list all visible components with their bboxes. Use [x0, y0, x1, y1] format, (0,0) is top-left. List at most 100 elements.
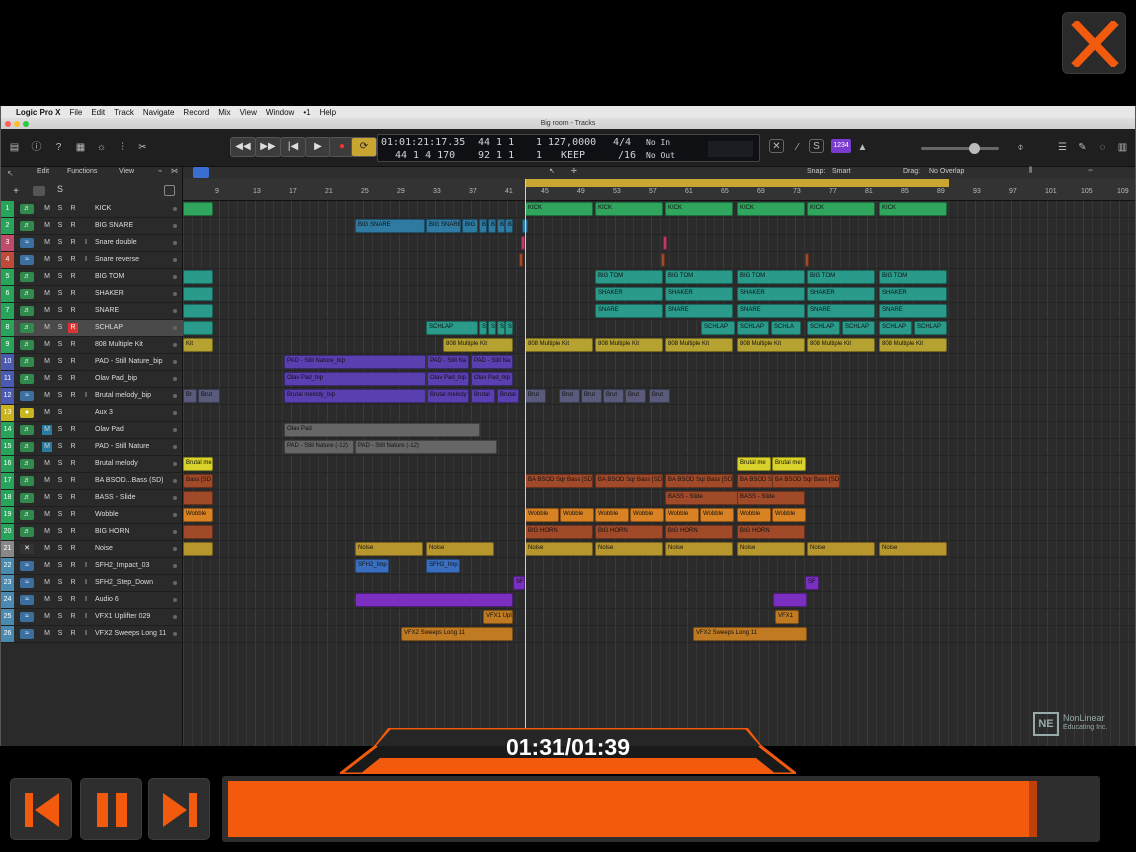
mute-button[interactable]: M: [42, 238, 52, 248]
close-window-button[interactable]: [5, 121, 11, 127]
editors-icon[interactable]: ✂: [135, 141, 150, 155]
region[interactable]: Olav Pad_bip: [284, 372, 426, 386]
record-enable-button[interactable]: R: [68, 561, 78, 571]
region[interactable]: [183, 304, 213, 318]
snap-select[interactable]: Smart: [832, 168, 896, 175]
region[interactable]: Brut: [559, 389, 580, 403]
region[interactable]: Brutal melody_bip: [284, 389, 426, 403]
record-enable-button[interactable]: R: [68, 578, 78, 588]
track-header-icon[interactable]: [33, 186, 45, 196]
region[interactable]: BIG TOM: [737, 270, 805, 284]
region[interactable]: BIG HORN: [525, 525, 593, 539]
menu-app-name[interactable]: Logic Pro X: [16, 108, 60, 117]
region[interactable]: [661, 253, 665, 267]
mute-button[interactable]: M: [42, 578, 52, 588]
menu-mix[interactable]: Mix: [218, 108, 230, 117]
region[interactable]: Brut: [603, 389, 624, 403]
region[interactable]: BIG HORN: [595, 525, 663, 539]
track-header[interactable]: 7 ♬ M S R SNARE: [1, 303, 183, 320]
region[interactable]: VFX1: [775, 610, 799, 624]
track-header[interactable]: 20 ♬ M S R BIG HORN: [1, 524, 183, 541]
track-header[interactable]: 12 ≈ M S R I Brutal melody_bip: [1, 388, 183, 405]
mute-button[interactable]: M: [42, 425, 52, 435]
region[interactable]: SNARE: [595, 304, 663, 318]
region[interactable]: SCHLAP: [914, 321, 947, 335]
playhead[interactable]: [525, 179, 526, 746]
region[interactable]: 808 Multiple Kit: [525, 338, 593, 352]
region[interactable]: Brutal mel: [772, 457, 806, 471]
solo-button[interactable]: S: [55, 323, 65, 333]
region[interactable]: Brut: [525, 389, 546, 403]
region[interactable]: SCHLAP: [807, 321, 840, 335]
region[interactable]: Brut: [625, 389, 646, 403]
pause-button[interactable]: [80, 778, 142, 840]
record-enable-button[interactable]: R: [68, 510, 78, 520]
region[interactable]: KICK: [595, 202, 663, 216]
region[interactable]: Wobble: [630, 508, 664, 522]
input-monitor-button[interactable]: I: [81, 629, 91, 639]
global-solo-icon[interactable]: S: [57, 184, 63, 194]
region[interactable]: [805, 253, 809, 267]
region[interactable]: KICK: [879, 202, 947, 216]
region[interactable]: BIG: [462, 219, 478, 233]
region[interactable]: B: [479, 219, 487, 233]
record-enable-button[interactable]: R: [68, 493, 78, 503]
track-header[interactable]: 5 ♬ M S R BIG TOM: [1, 269, 183, 286]
cycle-button[interactable]: ⟳: [351, 137, 377, 157]
region[interactable]: S: [479, 321, 487, 335]
region[interactable]: Wobble: [700, 508, 734, 522]
lcd-display[interactable]: 01:01:21:17.35 44 1 1 1 127,0000 4/4 No …: [377, 134, 760, 162]
track-header[interactable]: 10 ♬ M S R PAD - Still Nature_bip: [1, 354, 183, 371]
region[interactable]: SF: [805, 576, 819, 590]
solo-button[interactable]: S: [55, 238, 65, 248]
track-header[interactable]: 16 ♬ M S R Brutal melody: [1, 456, 183, 473]
region[interactable]: BASS - Slide: [737, 491, 805, 505]
menu-screenset[interactable]: •1: [303, 108, 310, 117]
track-header[interactable]: 23 ≈ M S R I SFH2_Step_Down: [1, 575, 183, 592]
region[interactable]: [663, 236, 667, 250]
region[interactable]: Wobble: [665, 508, 699, 522]
drag-select[interactable]: No Overlap: [929, 168, 979, 175]
region[interactable]: VFX2 Sweeps Long 11: [693, 627, 807, 641]
track-header[interactable]: 26 ≈ M S R I VFX2 Sweeps Long 11: [1, 626, 183, 643]
mute-button[interactable]: M: [42, 510, 52, 520]
region[interactable]: Noise: [355, 542, 423, 556]
region[interactable]: Noise: [525, 542, 593, 556]
region[interactable]: PAD - Still Nature (-12): [284, 440, 354, 454]
input-monitor-button[interactable]: I: [81, 578, 91, 588]
region[interactable]: Brut: [581, 389, 602, 403]
region[interactable]: SNARE: [737, 304, 805, 318]
region[interactable]: Wobble: [560, 508, 594, 522]
mute-button[interactable]: M: [42, 476, 52, 486]
region[interactable]: Kit: [183, 338, 213, 352]
region[interactable]: SHAKER: [737, 287, 805, 301]
go-to-beginning-button[interactable]: |◀: [280, 137, 306, 157]
track-header[interactable]: 8 ♬ M S R SCHLAP: [1, 320, 183, 337]
zoom-window-button[interactable]: [23, 121, 29, 127]
region[interactable]: KICK: [525, 202, 593, 216]
region[interactable]: Brutal melody: [427, 389, 469, 403]
region[interactable]: B: [505, 219, 513, 233]
region[interactable]: 808 Multiple Kit: [737, 338, 805, 352]
region[interactable]: Wobble: [772, 508, 806, 522]
record-enable-button[interactable]: R: [68, 442, 78, 452]
help-icon[interactable]: ?: [51, 141, 66, 155]
region[interactable]: SCHLA: [771, 321, 801, 335]
tuner-fork-icon[interactable]: ⌽: [1013, 141, 1028, 155]
catch-icon[interactable]: [164, 185, 175, 196]
mute-button[interactable]: M: [42, 323, 52, 333]
region[interactable]: SF: [513, 576, 525, 590]
region[interactable]: B: [488, 219, 496, 233]
region[interactable]: [183, 542, 213, 556]
region[interactable]: SCHLAP: [879, 321, 912, 335]
mute-button[interactable]: M: [42, 544, 52, 554]
record-enable-button[interactable]: R: [68, 459, 78, 469]
zoom-horizontal-icon[interactable]: ⇔: [1087, 167, 1094, 174]
menu-edit[interactable]: Edit: [91, 108, 105, 117]
solo-button[interactable]: S: [55, 255, 65, 265]
region[interactable]: Wobble: [183, 508, 213, 522]
record-enable-button[interactable]: R: [68, 595, 78, 605]
track-header[interactable]: 4 ≈ M S R I Snare reverse: [1, 252, 183, 269]
play-button[interactable]: ▶: [305, 137, 331, 157]
mute-button[interactable]: M: [42, 408, 52, 418]
